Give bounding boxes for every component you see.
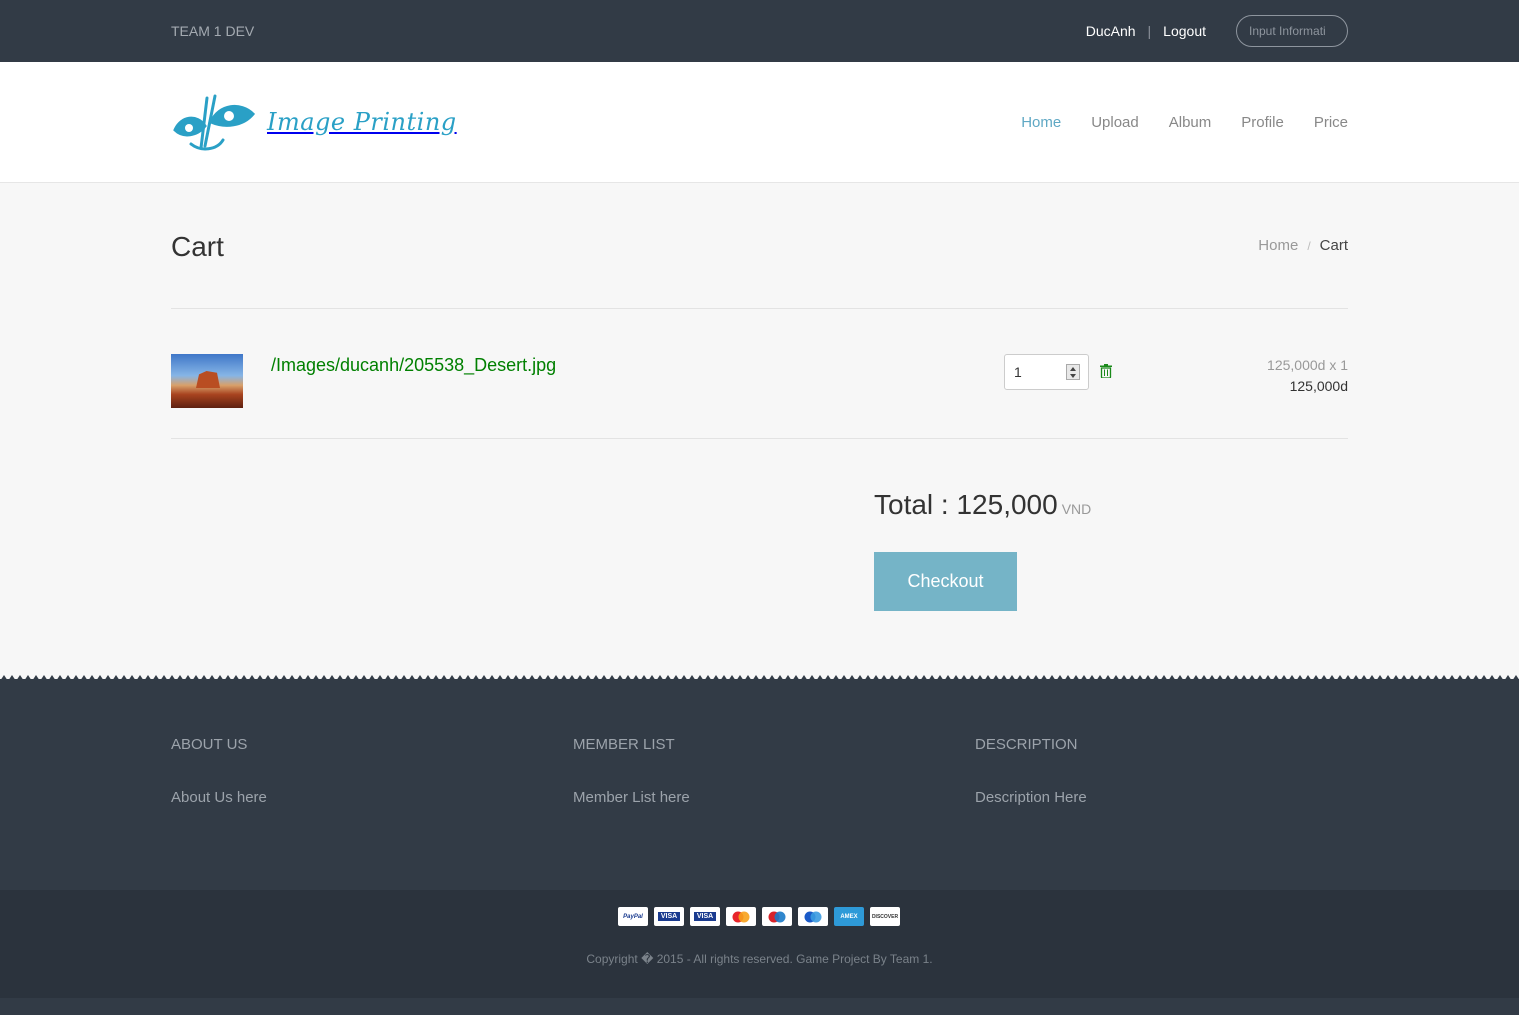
main-nav: Home Upload Album Profile Price [991, 114, 1348, 131]
user-separator: | [1147, 23, 1152, 39]
logo-text: Image Printing [267, 108, 457, 136]
item-subtotal: 125,000d [1289, 378, 1348, 394]
bottom-strip [0, 998, 1519, 1015]
breadcrumb-current: Cart [1319, 237, 1348, 254]
footer-about-text: About Us here [171, 789, 267, 806]
unit-price-line: 125,000d x 1 [1267, 357, 1348, 373]
top-bar: TEAM 1 DEV DucAnh | Logout [0, 0, 1519, 62]
footer-about-heading: ABOUT US [171, 736, 248, 753]
copyright-text: Copyright � 2015 - All rights reserved. … [586, 952, 933, 966]
nav-profile[interactable]: Profile [1241, 114, 1284, 131]
cart-total: Total : 125,000 VND [874, 489, 1091, 521]
logo-butterfly-icon [173, 94, 256, 151]
quantity-spin-buttons[interactable] [1066, 364, 1080, 380]
zigzag-edge [0, 673, 1519, 681]
footer-description-heading: DESCRIPTION [975, 736, 1078, 753]
divider [171, 308, 1348, 309]
nav-upload[interactable]: Upload [1091, 114, 1139, 131]
footer-members-text: Member List here [573, 789, 690, 806]
trash-icon[interactable] [1100, 364, 1112, 378]
nav-price[interactable]: Price [1314, 114, 1348, 131]
logout-link[interactable]: Logout [1163, 23, 1206, 39]
total-currency: VND [1061, 501, 1092, 517]
discover-icon: DISCOVER [870, 907, 900, 926]
breadcrumb-separator: / [1307, 239, 1311, 253]
quantity-stepper[interactable] [1004, 354, 1089, 390]
page-title: Cart [171, 231, 224, 262]
footer-bottom: PayPal VISA VISA AMEX DISCOVER Copyright… [0, 890, 1519, 998]
team-brand: TEAM 1 DEV [171, 23, 255, 39]
payment-methods: PayPal VISA VISA AMEX DISCOVER [618, 907, 906, 926]
divider [171, 438, 1348, 439]
maestro-icon [798, 907, 828, 926]
site-header: Image Printing Home Upload Album Profile… [0, 62, 1519, 183]
username-link[interactable]: DucAnh [1086, 23, 1136, 39]
breadcrumb: Home / Cart [1258, 237, 1348, 255]
visa-icon: VISA [654, 907, 684, 926]
footer-description-text: Description Here [975, 789, 1087, 806]
amex-icon: AMEX [834, 907, 864, 926]
spin-up-icon[interactable] [1070, 366, 1076, 371]
total-amount: Total : 125,000 [874, 489, 1058, 520]
mastercard-icon [726, 907, 756, 926]
quantity-input[interactable] [1014, 364, 1064, 380]
paypal-icon: PayPal [618, 907, 648, 926]
visa-icon: VISA [690, 907, 720, 926]
breadcrumb-home[interactable]: Home [1258, 237, 1298, 255]
cart-main: Cart Home / Cart /Images/ducanh/205538_D… [0, 183, 1519, 679]
footer-members-heading: MEMBER LIST [573, 736, 675, 753]
cart-item-thumbnail [171, 354, 243, 408]
footer-about: ABOUT US About Us here [171, 736, 267, 806]
site-logo[interactable]: Image Printing [171, 92, 457, 152]
spin-down-icon[interactable] [1070, 373, 1076, 378]
footer-description: DESCRIPTION Description Here [975, 736, 1087, 806]
cart-item-path-link[interactable]: /Images/ducanh/205538_Desert.jpg [271, 355, 556, 376]
user-box: DucAnh | Logout [1086, 15, 1348, 47]
nav-home[interactable]: Home [1021, 114, 1061, 131]
nav-album[interactable]: Album [1169, 114, 1212, 131]
footer-members: MEMBER LIST Member List here [573, 736, 690, 806]
footer-top: ABOUT US About Us here MEMBER LIST Membe… [0, 673, 1519, 890]
info-input[interactable] [1236, 15, 1348, 47]
checkout-button[interactable]: Checkout [874, 552, 1017, 611]
maestro-icon [762, 907, 792, 926]
